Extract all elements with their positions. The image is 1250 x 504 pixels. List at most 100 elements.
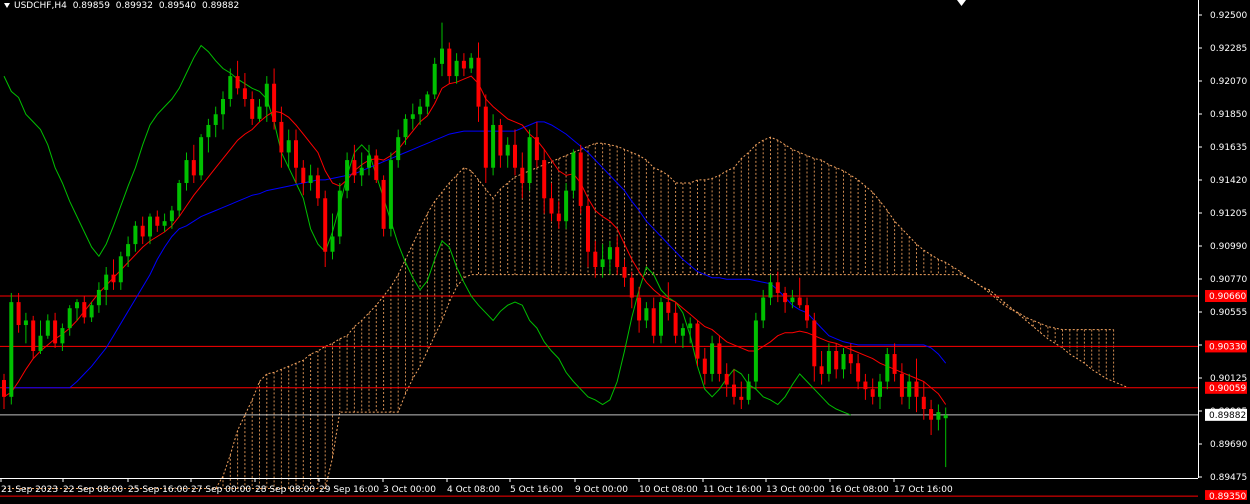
x-tick-label: 28 Sep 08:00 <box>255 485 315 495</box>
candle-body <box>659 302 663 336</box>
candle-body <box>337 190 342 237</box>
candle-body <box>863 381 868 390</box>
candle-body <box>308 175 313 183</box>
ohlc-open: 0.89859 <box>72 1 110 11</box>
candle-body <box>213 114 218 125</box>
candle-body <box>622 267 627 278</box>
x-tick-label: 5 Oct 16:00 <box>510 485 563 495</box>
candle-body <box>425 94 430 107</box>
candle-body <box>607 247 612 260</box>
candle <box>432 57 437 99</box>
y-tick-label: 0.91205 <box>1210 209 1247 219</box>
candle <box>199 134 204 180</box>
symbol-timeframe: USDCHF,H4 <box>14 1 67 11</box>
candle-body <box>629 277 634 298</box>
y-tick-label: 0.90770 <box>1210 275 1247 285</box>
y-tick-label: 0.91420 <box>1210 176 1247 186</box>
level-price-label: 0.90059 <box>1209 384 1246 394</box>
level-price-label: 0.89350 <box>1209 492 1246 500</box>
candle-body <box>790 297 795 303</box>
candle-body <box>53 320 58 344</box>
candle-body <box>666 302 671 313</box>
candle-body <box>702 358 707 374</box>
candle-body <box>673 312 678 336</box>
x-tick-label: 10 Oct 08:00 <box>639 485 698 495</box>
candle-body <box>148 216 152 237</box>
candle-body <box>264 83 269 107</box>
candle-body <box>841 354 846 370</box>
y-tick-label: 0.92285 <box>1210 44 1247 54</box>
x-tick-label: 13 Oct 00:00 <box>766 485 825 495</box>
candle-body <box>885 354 890 382</box>
chart-window[interactable]: 0.92500 0.92285 0.92070 0.91850 0.91635 0.914… <box>0 0 1250 503</box>
candle-body <box>637 297 642 321</box>
y-tick-label: 0.92500 <box>1210 11 1247 21</box>
candle-body <box>184 160 189 183</box>
candle-body <box>111 274 116 283</box>
candle-body <box>498 124 503 156</box>
candle-body <box>527 137 532 183</box>
current-price-label: 0.89882 <box>1209 411 1246 421</box>
candle-body <box>834 351 839 370</box>
candle-body <box>586 205 590 252</box>
candle-body <box>381 179 386 229</box>
ohlc-high: 0.89932 <box>115 1 154 11</box>
candle-body <box>126 244 131 257</box>
candle-body <box>454 60 459 77</box>
y-tick-label: 0.91850 <box>1210 110 1247 120</box>
x-tick-label: 21 Sep 2023 <box>1 485 58 495</box>
candle-body <box>206 124 211 138</box>
candle-body <box>403 118 408 138</box>
candle-body <box>286 140 291 153</box>
candle-body <box>476 57 481 107</box>
candle-body <box>16 302 21 326</box>
candle-body <box>907 381 912 397</box>
candle-body <box>732 384 736 397</box>
candle-body <box>432 63 437 95</box>
candle-body <box>680 328 685 336</box>
candle-body <box>936 412 941 420</box>
candle <box>388 152 393 237</box>
candle <box>753 312 758 390</box>
candle-body <box>695 323 700 359</box>
candle-body <box>556 213 561 222</box>
candle-body <box>410 114 415 119</box>
candle-body <box>45 320 50 336</box>
chart-canvas[interactable]: 0.92500 0.92285 0.92070 0.91850 0.91635 0.914… <box>0 0 1250 503</box>
y-tick-label: 0.90555 <box>1210 308 1247 318</box>
candle-body <box>914 381 919 397</box>
y-tick-label: 0.92070 <box>1210 77 1247 87</box>
menu-triangle-icon[interactable] <box>4 3 10 8</box>
candle-body <box>2 380 6 397</box>
candle-body <box>542 160 547 199</box>
candle-body <box>943 415 948 419</box>
x-tick-label: 25 Sep 16:00 <box>128 485 188 495</box>
candle-body <box>250 99 255 119</box>
candle-body <box>724 373 729 385</box>
candle-body <box>199 137 204 176</box>
candle-body <box>710 343 715 374</box>
candle-body <box>483 106 488 168</box>
chart-header: USDCHF,H4 0.89859 0.89932 0.89540 0.8988… <box>4 1 242 11</box>
candle-body <box>578 152 583 206</box>
x-tick-label: 11 Oct 16:00 <box>703 485 762 495</box>
candle-body <box>805 305 809 321</box>
candle-body <box>929 409 934 420</box>
candle-body <box>359 167 364 176</box>
candle-body <box>848 354 853 364</box>
candle-body <box>491 124 496 168</box>
y-tick-label: 0.89690 <box>1210 440 1247 450</box>
ohlc-low: 0.89540 <box>158 1 197 11</box>
candle-body <box>819 366 824 374</box>
candle-body <box>60 328 65 344</box>
candle-body <box>571 152 576 191</box>
candle-body <box>345 160 350 191</box>
candle-body <box>374 155 379 180</box>
candle <box>381 175 386 237</box>
candle-body <box>717 343 722 374</box>
y-tick-label: 0.90990 <box>1210 242 1247 252</box>
candle-body <box>352 160 357 176</box>
candle-body <box>870 389 875 397</box>
candle-body <box>104 274 109 290</box>
candle-body <box>396 137 401 161</box>
